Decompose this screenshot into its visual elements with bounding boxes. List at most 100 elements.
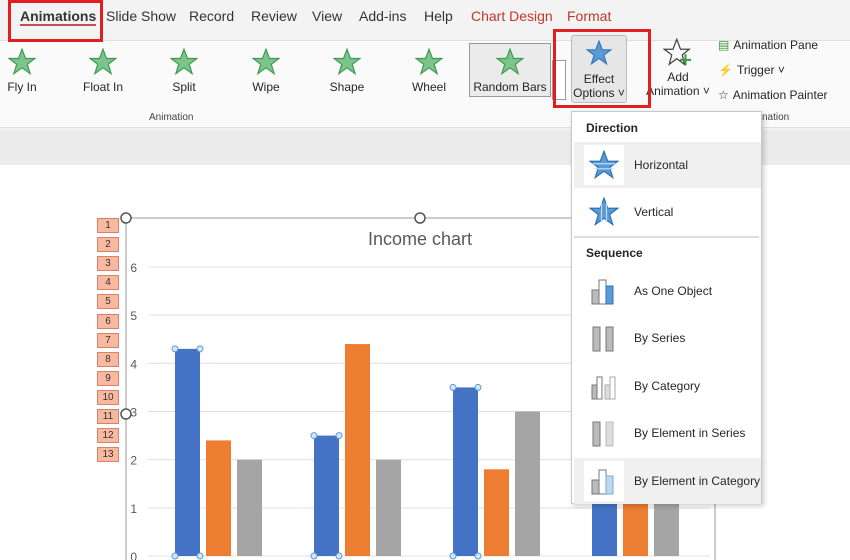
sequence-header: Sequence [586,246,643,260]
effect-label: Random Bars [473,80,547,94]
bar [175,348,200,556]
animation-tag[interactable]: 12 [97,428,119,444]
tab-slide-show[interactable]: Slide Show [106,8,176,24]
green-star-icon [415,48,443,76]
group-label-advanced: nation [762,112,790,123]
menu-item-by-category[interactable]: By Category [574,363,761,409]
add-animation-button[interactable]: Add Animation ˅ [643,38,713,98]
selection-handle [335,432,343,440]
add-animation-label2: Animation ˅ [646,84,710,98]
effect-label: Split [172,80,196,94]
effect-fly-in[interactable]: Fly In [0,48,57,94]
menu-item-as-one-object[interactable]: As One Object [574,268,761,314]
animation-tag[interactable]: 5 [97,294,119,310]
y-tick-label: 4 [130,357,137,371]
effect-float-in[interactable]: Float In [68,48,138,94]
y-tick-label: 0 [130,550,137,560]
menu-item-label: By Category [634,378,701,393]
bar [345,344,370,556]
selection-handle [474,383,482,391]
horizontal-icon [584,145,624,185]
vertical-icon [584,192,624,232]
bar [453,387,478,556]
effect-split[interactable]: Split [149,48,219,94]
animation-tag[interactable]: 8 [97,351,119,367]
animation-tag[interactable]: 10 [97,389,119,405]
bar [376,459,401,556]
animation-pane-button[interactable]: ▤ Animation Pane [718,38,818,52]
tab-add-ins[interactable]: Add-ins [359,8,406,24]
animation-tag[interactable]: 3 [97,256,119,272]
tab-record[interactable]: Record [189,8,234,24]
bar [314,435,339,556]
effect-wipe[interactable]: Wipe [231,48,301,94]
menu-item-vertical[interactable]: Vertical [574,189,761,235]
tab-format[interactable]: Format [567,8,611,24]
bar [237,459,262,556]
animation-pane-icon: ▤ [718,38,730,52]
lightning-icon: ⚡ [718,63,733,77]
menu-item-by-element-in-category[interactable]: By Element in Category [574,457,761,504]
tab-help[interactable]: Help [424,8,453,24]
selection-handle [474,552,482,560]
y-tick-label: 5 [130,309,137,323]
chart-title: Income chart [368,229,472,249]
green-star-icon [89,48,117,76]
tab-chart-design[interactable]: Chart Design [471,8,553,24]
animation-tag[interactable]: 4 [97,275,119,291]
animation-tag[interactable]: 13 [97,447,119,463]
highlight-effect-options [553,29,651,108]
green-star-icon [170,48,198,76]
trigger-label: Trigger ˅ [736,63,785,77]
painter-star-icon: ☆ [718,88,729,102]
selection-handle [335,552,343,560]
add-animation-label: Add [667,70,689,84]
by-element-in-category-icon [584,460,624,501]
add-star-icon [663,38,692,66]
green-star-icon [252,48,280,76]
trigger-button[interactable]: ⚡ Trigger ˅ [718,63,785,77]
menu-item-label: Horizontal [634,158,689,172]
bar [206,440,231,556]
tab-review[interactable]: Review [251,8,297,24]
green-star-icon [496,48,524,76]
animation-tag[interactable]: 7 [97,332,119,348]
effect-random-bars[interactable]: Random Bars [469,43,551,97]
effect-label: Fly In [7,80,37,94]
bar [484,469,509,556]
y-tick-label: 6 [130,261,137,275]
green-star-icon [333,48,361,76]
by-element-in-series-icon [584,413,624,453]
selection-handle [310,432,318,440]
y-tick-label: 3 [130,406,137,420]
effect-shape[interactable]: Shape [312,48,382,94]
selection-handle [449,552,457,560]
tab-view[interactable]: View [312,8,342,24]
y-tick-label: 2 [130,454,137,468]
animation-tag[interactable]: 11 [97,409,119,424]
ribbon-tabs: Animations Slide Show Record Review View Add-… [0,0,850,32]
green-star-icon [8,48,36,76]
selection-handle [171,552,179,560]
menu-item-label: By Element in Series [634,426,746,441]
selection-handle [196,552,204,560]
effect-options-menu: Direction Sequence Horizontal Vertical As … [571,111,762,504]
bar [515,411,540,556]
menu-item-by-element-in-series[interactable]: By Element in Series [574,410,761,456]
menu-item-horizontal[interactable]: Horizontal [574,142,761,188]
animation-painter-button[interactable]: ☆ Animation Painter [718,88,827,102]
by-category-icon [584,366,624,406]
effect-wheel[interactable]: Wheel [394,48,464,94]
selection-handle [196,345,204,353]
animation-tag[interactable]: 1 [97,218,119,233]
resize-handle [414,212,426,224]
resize-handle [120,408,132,420]
as-one-object-icon [584,271,624,311]
animation-tag[interactable]: 2 [97,237,119,253]
animation-tag[interactable]: 9 [97,370,119,386]
menu-divider [574,236,759,238]
effect-label: Wheel [411,80,446,94]
animation-tag[interactable]: 6 [97,313,119,329]
menu-item-by-series[interactable]: By Series [574,315,761,361]
animation-painter-label: Animation Painter [732,88,828,102]
